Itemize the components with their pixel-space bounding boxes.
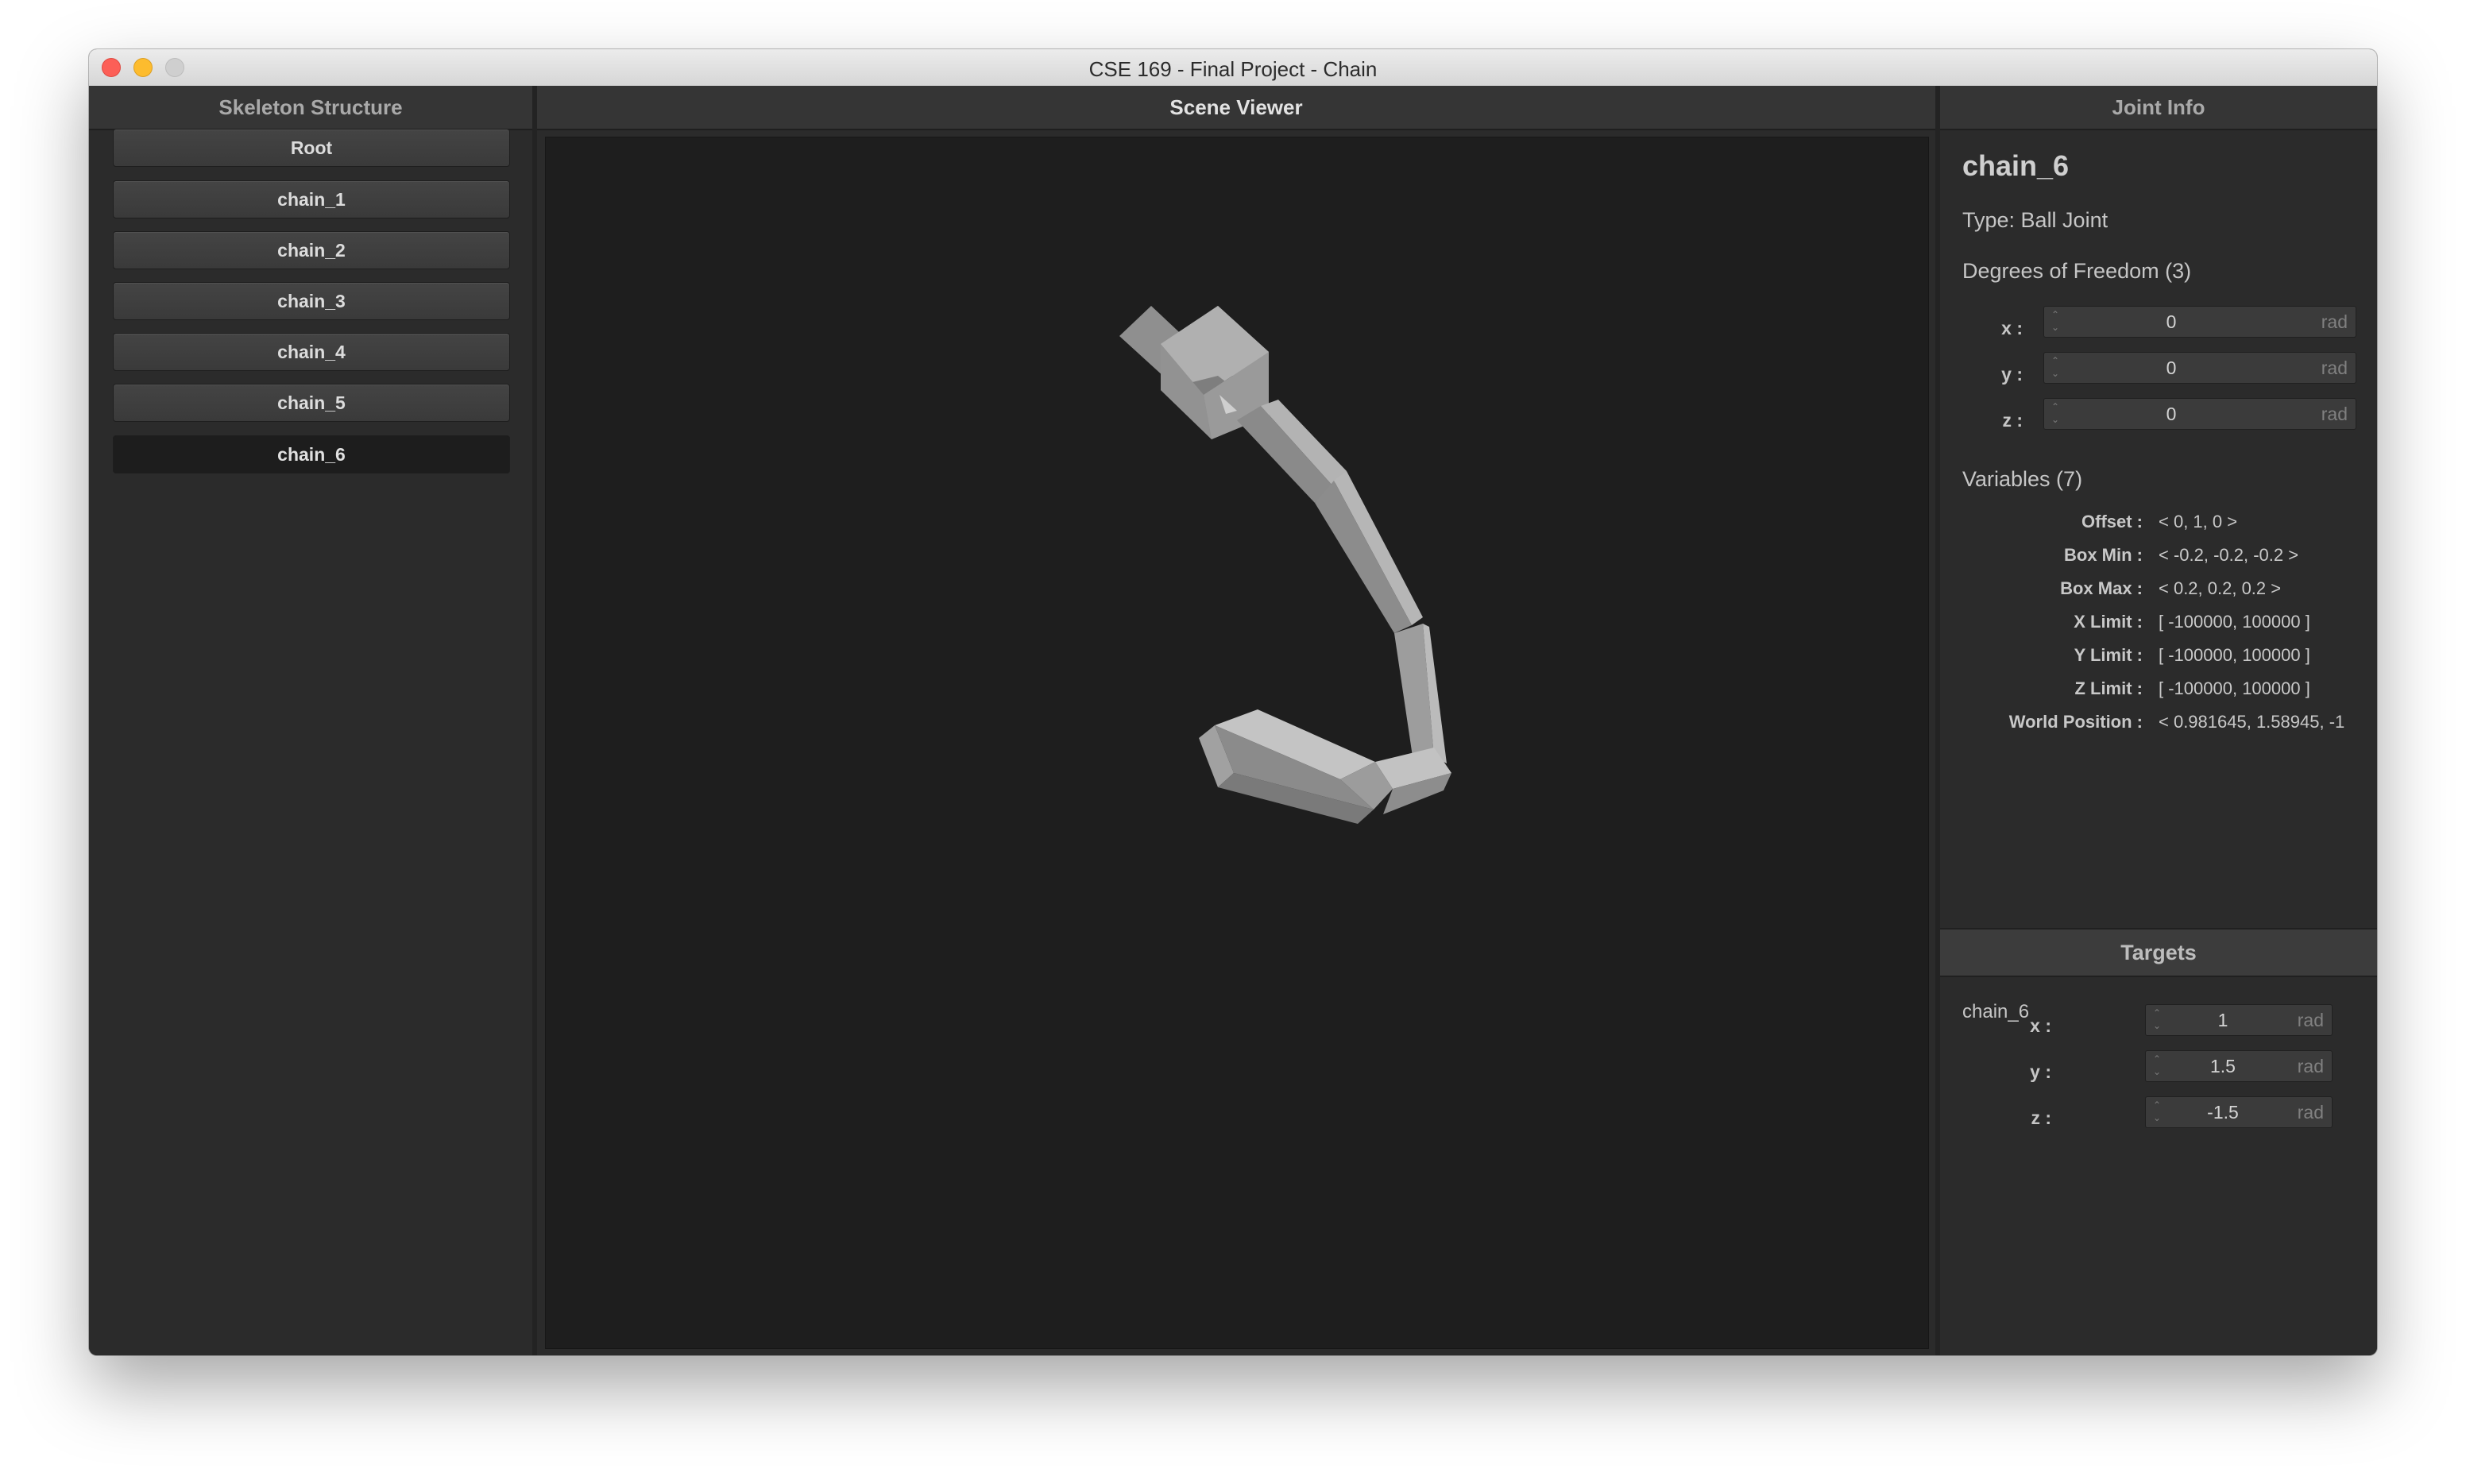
dof-x-value: 0: [2166, 311, 2177, 332]
variable-box-min-value: < -0.2, -0.2, -0.2 >: [2159, 545, 2299, 565]
dof-y-label: y :: [2001, 364, 2023, 385]
dof-x-label: x :: [2001, 318, 2023, 338]
joint-info-panel: Joint Info chain_6 Type: Ball Joint Degr…: [1940, 86, 2377, 1355]
dof-z-spinbox[interactable]: ⌃ ⌄ 0 rad: [2043, 398, 2356, 430]
3d-viewport[interactable]: [545, 137, 1929, 1349]
variable-box-max-label: Box Max :: [2060, 578, 2143, 598]
joint-type-label: Type: Ball Joint: [1962, 208, 2108, 232]
joint-button-chain-2[interactable]: chain_2: [113, 231, 510, 269]
window-title: CSE 169 - Final Project - Chain: [1088, 57, 1378, 81]
dof-heading: Degrees of Freedom (3): [1962, 259, 2192, 283]
target-z-unit: rad: [2297, 1102, 2324, 1123]
skeleton-structure-header: Skeleton Structure: [89, 86, 532, 130]
dof-z-label: z :: [2002, 410, 2023, 431]
target-x-unit: rad: [2297, 1010, 2324, 1030]
dof-y-value: 0: [2166, 357, 2177, 378]
spin-arrows-icon[interactable]: ⌃ ⌄: [2151, 1007, 2163, 1032]
variable-world-position-value: < 0.981645, 1.58945, -1: [2159, 712, 2345, 732]
variable-z-limit-value: [ -100000, 100000 ]: [2159, 678, 2310, 698]
joint-button-chain-5[interactable]: chain_5: [113, 384, 510, 422]
joint-button-chain-1[interactable]: chain_1: [113, 180, 510, 218]
skeleton-structure-panel: Skeleton Structure Root chain_1 chain_2 …: [89, 86, 532, 1355]
spin-arrows-icon[interactable]: ⌃ ⌄: [2049, 400, 2062, 426]
variable-offset-label: Offset :: [2081, 512, 2143, 531]
dof-z-unit: rad: [2321, 404, 2348, 424]
target-y-value: 1.5: [2210, 1056, 2236, 1076]
target-x-spinbox[interactable]: ⌃ ⌄ 1 rad: [2145, 1004, 2333, 1036]
variable-offset-value: < 0, 1, 0 >: [2159, 512, 2238, 531]
target-z-spinbox[interactable]: ⌃ ⌄ -1.5 rad: [2145, 1096, 2333, 1128]
title-bar[interactable]: CSE 169 - Final Project - Chain: [89, 49, 2377, 87]
dof-y-unit: rad: [2321, 357, 2348, 378]
dof-y-spinbox[interactable]: ⌃ ⌄ 0 rad: [2043, 352, 2356, 384]
scene-viewer-panel: Scene Viewer: [537, 86, 1935, 1355]
target-x-label: x :: [2030, 1015, 2051, 1036]
variable-box-max-value: < 0.2, 0.2, 0.2 >: [2159, 578, 2282, 598]
target-x-value: 1: [2217, 1010, 2228, 1030]
dof-z-value: 0: [2166, 404, 2177, 424]
joint-button-root[interactable]: Root: [113, 129, 510, 167]
variables-heading: Variables (7): [1962, 467, 2083, 491]
dof-x-spinbox[interactable]: ⌃ ⌄ 0 rad: [2043, 306, 2356, 338]
target-z-value: -1.5: [2207, 1102, 2239, 1123]
variable-box-min-label: Box Min :: [2064, 545, 2143, 565]
target-y-label: y :: [2030, 1061, 2051, 1082]
scene-viewer-header: Scene Viewer: [537, 86, 1935, 130]
spin-arrows-icon[interactable]: ⌃ ⌄: [2049, 354, 2062, 380]
selected-joint-name: chain_6: [1962, 149, 2070, 182]
target-y-spinbox[interactable]: ⌃ ⌄ 1.5 rad: [2145, 1050, 2333, 1082]
chain-render: [1119, 306, 1451, 824]
joint-button-chain-6[interactable]: chain_6: [113, 435, 510, 473]
app-window: CSE 169 - Final Project - Chain Skeleton…: [89, 49, 2377, 1355]
variable-z-limit-label: Z Limit :: [2074, 678, 2143, 698]
target-y-unit: rad: [2297, 1056, 2324, 1076]
variable-x-limit-label: X Limit :: [2074, 612, 2143, 632]
spin-arrows-icon[interactable]: ⌃ ⌄: [2049, 308, 2062, 334]
joint-button-chain-4[interactable]: chain_4: [113, 333, 510, 371]
spin-arrows-icon[interactable]: ⌃ ⌄: [2151, 1099, 2163, 1124]
targets-header: Targets: [1940, 928, 2377, 977]
variable-x-limit-value: [ -100000, 100000 ]: [2159, 612, 2310, 632]
dof-x-unit: rad: [2321, 311, 2348, 332]
joint-info-header: Joint Info: [1940, 86, 2377, 130]
spin-arrows-icon[interactable]: ⌃ ⌄: [2151, 1053, 2163, 1078]
variable-y-limit-value: [ -100000, 100000 ]: [2159, 645, 2310, 665]
joint-button-chain-3[interactable]: chain_3: [113, 282, 510, 320]
target-z-label: z :: [2031, 1107, 2051, 1128]
variable-y-limit-label: Y Limit :: [2074, 645, 2143, 665]
variable-world-position-label: World Position :: [2008, 712, 2143, 732]
